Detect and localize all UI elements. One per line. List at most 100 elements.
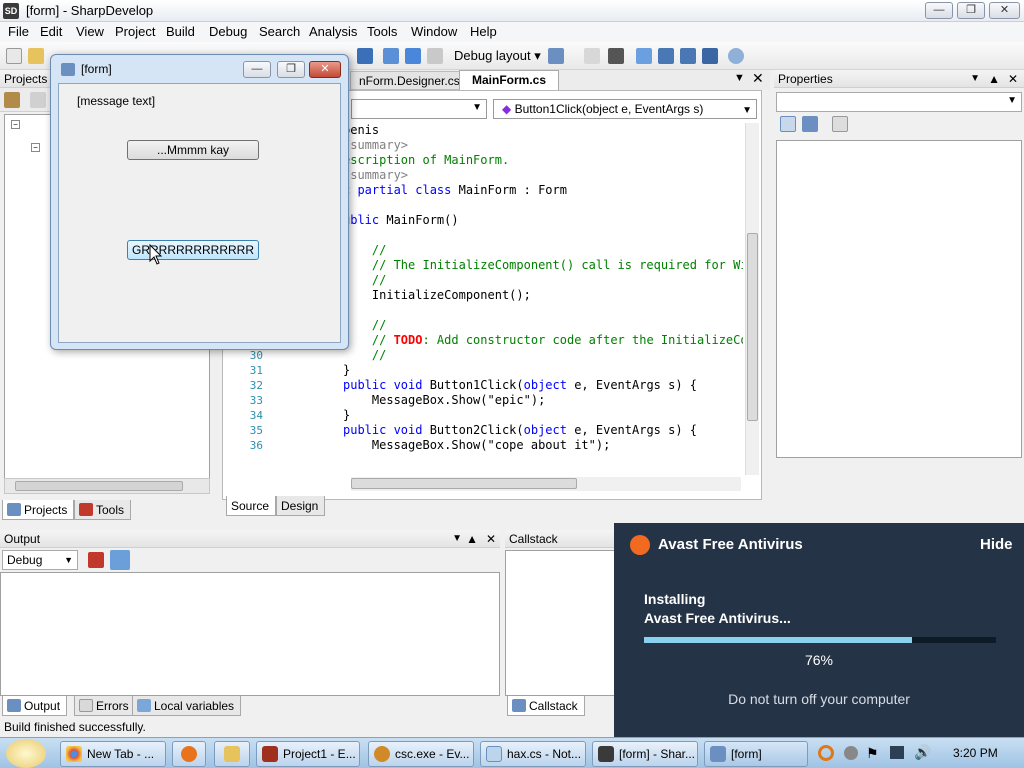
taskbar-item-explorer[interactable] [214,741,250,767]
layout-dropdown[interactable]: Debug layout ▾ [450,46,545,66]
search-icon[interactable] [728,48,744,64]
object-selector[interactable]: ▼ [776,92,1022,112]
step-over-icon[interactable] [383,48,399,64]
property-pages-icon[interactable] [832,116,848,132]
open-folder-icon[interactable] [28,48,44,64]
tab-callstack[interactable]: Callstack [507,696,585,716]
bookmark-icon[interactable] [584,48,600,64]
format-icon[interactable] [548,48,564,64]
tab-source[interactable]: Source [226,496,277,516]
member-dropdown[interactable]: ◆ Button1Click(object e, EventArgs s) ▼ [493,99,757,119]
menu-analysis[interactable]: Analysis [309,24,357,39]
code-line[interactable]: 36 MessageBox.Show("cope about it"); [223,438,743,453]
show-all-files-icon[interactable] [30,92,46,108]
tab-list-dropdown-icon[interactable]: ▼ [734,72,745,84]
horizontal-scrollbar[interactable] [4,478,210,494]
menu-search[interactable]: Search [259,24,300,39]
start-button[interactable] [6,739,46,768]
minimize-button[interactable]: — [925,2,953,19]
line-number: 33 [249,394,263,407]
form-minimize-button[interactable]: — [243,61,271,78]
taskbar-item-chrome[interactable]: New Tab - ... [60,741,166,767]
export-icon[interactable] [702,48,718,64]
volume-icon[interactable]: 🔊 [914,744,931,761]
code-line[interactable]: 33 MessageBox.Show("epic"); [223,393,743,408]
categorized-icon[interactable] [780,116,796,132]
save-icon[interactable] [357,48,373,64]
tray-icon[interactable] [844,746,858,760]
menu-file[interactable]: File [8,24,29,39]
code-line[interactable]: 31} [223,363,743,378]
menu-view[interactable]: View [76,24,104,39]
avast-tray-icon[interactable] [818,745,834,761]
menu-tools[interactable]: Tools [367,24,397,39]
menu-build[interactable]: Build [166,24,195,39]
code-line[interactable]: 30 // [223,348,743,363]
code-token: object [523,378,575,392]
pin-icon[interactable]: ▲ [466,530,478,548]
vertical-scrollbar[interactable] [745,123,759,475]
project-properties-icon[interactable] [4,92,20,108]
close-button[interactable]: ✕ [989,2,1020,19]
menu-project[interactable]: Project [115,24,155,39]
window-icon[interactable] [636,48,652,64]
tab-local-variables[interactable]: Local variables [132,696,242,716]
tab-designer-cs[interactable]: nForm.Designer.cs [350,71,469,90]
menu-edit[interactable]: Edit [40,24,62,39]
tab-tools[interactable]: Tools [74,500,132,520]
clear-output-icon[interactable] [88,552,104,568]
scrollbar-thumb[interactable] [15,481,183,491]
step-out-icon[interactable] [427,48,443,64]
code-line[interactable]: 35 public void Button2Click(object e, Eve… [223,423,743,438]
chevron-down-icon[interactable]: ▼ [452,530,462,548]
tab-design[interactable]: Design [276,496,326,516]
taskbar-item-event-viewer[interactable]: csc.exe - Ev... [368,741,474,767]
tab-projects[interactable]: Projects [2,500,75,520]
close-icon[interactable]: ✕ [486,530,496,548]
maximize-button[interactable]: ❐ [957,2,985,19]
taskbar-item-sharpdevelop[interactable]: [form] - Shar... [592,741,698,767]
code-line[interactable]: 32 public void Button1Click(object e, Eve… [223,378,743,393]
grrr-button[interactable]: GRRRRRRRRRRRRR [127,240,259,260]
tab-output[interactable]: Output [2,696,68,716]
property-grid[interactable] [776,140,1022,458]
callstack-list[interactable] [505,550,615,696]
alphabetical-sort-icon[interactable] [802,116,818,132]
form-window[interactable]: [form] — ❐ ✕ [message text] ...Mmmm kay … [50,54,349,350]
taskbar-item-firefox[interactable] [172,741,206,767]
form-close-button[interactable]: ✕ [309,61,341,78]
print-preview-icon[interactable] [680,48,696,64]
output-text[interactable] [0,572,500,696]
close-tab-icon[interactable]: ✕ [752,70,764,87]
scrollbar-thumb[interactable] [351,478,577,489]
taskbar-item-notepad[interactable]: hax.cs - Not... [480,741,586,767]
network-icon[interactable] [890,746,904,759]
chevron-down-icon[interactable]: ▼ [970,70,980,88]
print-icon[interactable] [658,48,674,64]
avast-hide-button[interactable]: Hide [980,536,1013,553]
code-line[interactable]: 34} [223,408,743,423]
scrollbar-thumb[interactable] [747,233,758,421]
step-into-icon[interactable] [405,48,421,64]
taskbar-item-form[interactable]: [form] [704,741,808,767]
form-maximize-button[interactable]: ❐ [277,61,305,78]
tree-collapse-icon[interactable]: − [11,120,20,129]
toggle-word-wrap-icon[interactable] [110,550,130,570]
new-file-icon[interactable] [6,48,22,64]
taskbar-item-devcpp[interactable]: Project1 - E... [256,741,360,767]
menu-window[interactable]: Window [411,24,457,39]
tab-mainform-cs[interactable]: MainForm.cs [459,70,560,90]
class-dropdown[interactable]: ▼ [351,99,487,119]
menu-debug[interactable]: Debug [209,24,247,39]
horizontal-scrollbar[interactable] [351,477,741,491]
output-source-select[interactable]: Debug ▼ [2,550,78,570]
menu-help[interactable]: Help [470,24,497,39]
indent-icon[interactable] [608,48,624,64]
pin-icon[interactable]: ▲ [988,70,1000,88]
tab-errors[interactable]: Errors [74,696,136,716]
tree-collapse-icon[interactable]: − [31,143,40,152]
mmmm-kay-button[interactable]: ...Mmmm kay [127,140,259,160]
flag-icon[interactable]: ⚑ [866,745,879,762]
clock[interactable]: 3:20 PM [953,746,998,760]
close-icon[interactable]: ✕ [1008,70,1018,88]
